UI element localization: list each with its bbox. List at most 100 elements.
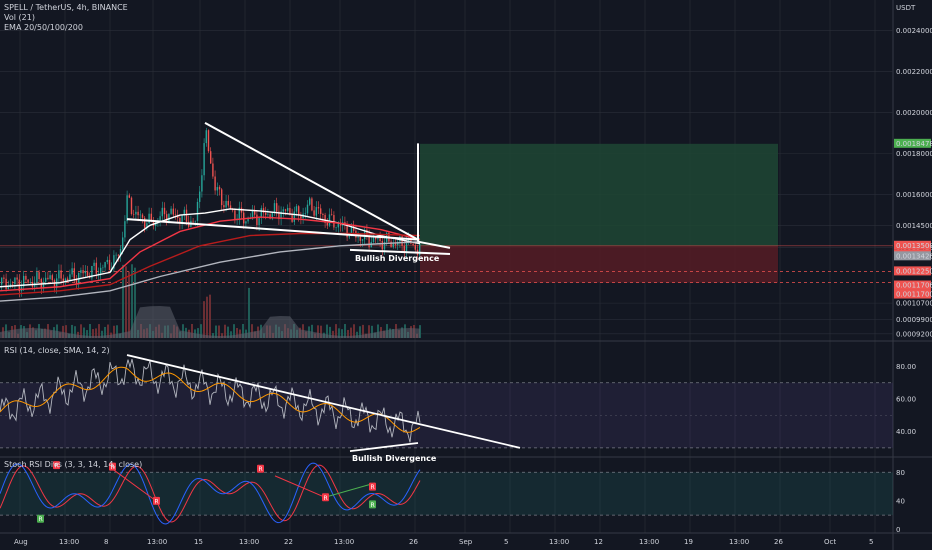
candle-body bbox=[205, 130, 207, 144]
candle-body bbox=[390, 241, 392, 248]
candle-body bbox=[212, 163, 214, 177]
candle-body bbox=[282, 209, 284, 212]
time-tick-label: 15 bbox=[194, 538, 203, 546]
candle-body bbox=[412, 243, 414, 246]
time-tick-label: 13:00 bbox=[59, 538, 79, 546]
ema-legend[interactable]: EMA 20/50/100/200 bbox=[4, 23, 128, 33]
price-axis-label: 0.0011706 bbox=[896, 282, 932, 290]
stoch-marker-label: R bbox=[155, 498, 159, 505]
price-tick-label: 0.0022000 bbox=[896, 68, 932, 76]
candle-body bbox=[163, 207, 166, 215]
candle-body bbox=[216, 187, 218, 191]
candle-body bbox=[25, 275, 27, 280]
candle-body bbox=[331, 214, 333, 216]
candle-body bbox=[227, 200, 229, 206]
candle-body bbox=[210, 151, 212, 164]
candle-body bbox=[122, 237, 124, 249]
candle-body bbox=[148, 213, 150, 224]
time-tick-label: 8 bbox=[104, 538, 108, 546]
candle-body bbox=[247, 218, 249, 222]
volume-bar bbox=[248, 287, 250, 338]
candle-body bbox=[293, 211, 295, 222]
divergence-label: Bullish Divergence bbox=[355, 254, 440, 263]
candle-body bbox=[194, 220, 196, 222]
stoch-marker-label: R bbox=[371, 484, 375, 491]
candle-body bbox=[304, 213, 306, 214]
price-tick-label: 0.0014500 bbox=[896, 222, 932, 230]
candle-body bbox=[309, 198, 311, 205]
candle-body bbox=[276, 203, 278, 212]
candle-body bbox=[16, 277, 18, 280]
time-tick-label: 13:00 bbox=[729, 538, 749, 546]
price-axis-label: 0.0013500 bbox=[896, 242, 932, 250]
candle-body bbox=[67, 278, 69, 281]
candle-body bbox=[45, 277, 47, 282]
candle-body bbox=[256, 214, 258, 225]
candle-body bbox=[5, 278, 7, 289]
candle-body bbox=[328, 214, 331, 226]
time-tick-label: 26 bbox=[409, 538, 418, 546]
candle-body bbox=[218, 187, 221, 190]
volume-bar bbox=[209, 294, 211, 338]
rsi-tick-label: 40.00 bbox=[896, 428, 916, 436]
candle-body bbox=[311, 198, 313, 211]
time-tick-label: 12 bbox=[594, 538, 603, 546]
candle-body bbox=[93, 262, 95, 267]
candle-body bbox=[245, 221, 247, 224]
candle-body bbox=[223, 205, 225, 208]
price-tick-label: 0.0009200 bbox=[896, 330, 932, 338]
time-tick-label: 5 bbox=[504, 538, 508, 546]
candle-body bbox=[394, 243, 397, 245]
candle-body bbox=[225, 200, 227, 208]
time-tick-label: 13:00 bbox=[549, 538, 569, 546]
stoch-tick-label: 0 bbox=[896, 526, 900, 534]
candle-body bbox=[221, 189, 223, 206]
candle-body bbox=[284, 209, 287, 211]
candle-body bbox=[381, 240, 383, 250]
candle-body bbox=[36, 272, 38, 283]
candle-body bbox=[313, 210, 315, 216]
candle-body bbox=[49, 275, 51, 279]
candle-body bbox=[196, 201, 199, 221]
currency-label: USDT bbox=[896, 4, 916, 12]
candle-body bbox=[357, 236, 359, 238]
candle-body bbox=[128, 195, 130, 198]
candle-body bbox=[104, 262, 106, 268]
price-tick-label: 0.0016000 bbox=[896, 191, 932, 199]
time-tick-label: 19 bbox=[684, 538, 693, 546]
price-tick-label: 0.0010700 bbox=[896, 300, 932, 308]
price-axis-label: 0.0012250 bbox=[896, 267, 932, 275]
candle-body bbox=[29, 281, 31, 283]
candle-body bbox=[262, 208, 265, 213]
stoch-legend[interactable]: Stoch RSI Divs (3, 3, 14, 14, close) bbox=[4, 460, 142, 470]
candle-body bbox=[174, 214, 177, 216]
candle-body bbox=[126, 195, 128, 222]
candle-body bbox=[7, 286, 9, 289]
volume-bar bbox=[206, 296, 208, 338]
candle-body bbox=[102, 267, 104, 269]
candle-body bbox=[300, 215, 302, 219]
price-axis-label: 0.0018478 bbox=[896, 140, 932, 148]
volume-legend[interactable]: Vol (21) bbox=[4, 13, 128, 23]
candle-body bbox=[254, 211, 256, 215]
symbol-title[interactable]: SPELL / TetherUS, 4h, BINANCE bbox=[4, 3, 128, 13]
candle-body bbox=[199, 191, 201, 202]
candle-body bbox=[234, 210, 236, 220]
chart-stage: Bullish Divergence Bullish Divergence R R… bbox=[0, 0, 932, 550]
candle-body bbox=[71, 268, 73, 275]
candle-body bbox=[315, 207, 317, 216]
candle-body bbox=[69, 274, 71, 281]
price-axis-label: 0.0011700 bbox=[896, 291, 932, 299]
rsi-legend[interactable]: RSI (14, close, SMA, 14, 2) bbox=[4, 346, 110, 356]
time-tick-label: 13:00 bbox=[239, 538, 259, 546]
candle-body bbox=[258, 217, 260, 225]
candle-body bbox=[273, 203, 276, 213]
stoch-marker-label: R bbox=[324, 495, 328, 502]
candle-body bbox=[144, 217, 146, 228]
price-axis-label: 0.0013426 bbox=[896, 252, 932, 260]
volume-bar bbox=[203, 301, 205, 338]
candle-body bbox=[185, 209, 188, 222]
candle-body bbox=[117, 254, 119, 256]
candle-body bbox=[47, 277, 49, 279]
candle-body bbox=[203, 143, 205, 176]
